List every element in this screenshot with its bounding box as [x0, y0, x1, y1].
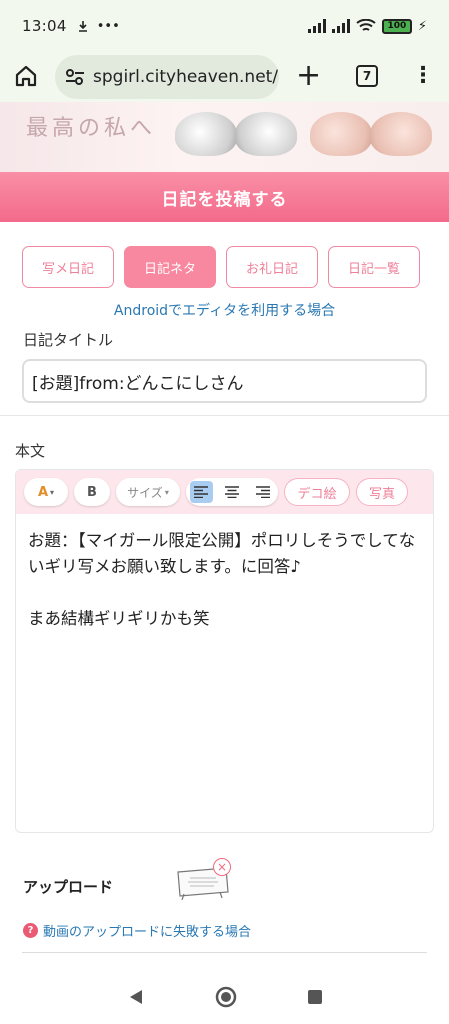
editor-content[interactable]: お題：【マイガール限定公開】ポロリしそうでしてないギリ写メお願い致します。に回答… [16, 514, 433, 646]
tab-photo-diary[interactable]: 写メ日記 [22, 246, 114, 288]
body-line: まあ結構ギリギリかも笑 [28, 609, 210, 628]
tune-icon[interactable] [65, 68, 85, 86]
home-circle-icon[interactable] [215, 986, 237, 1008]
body-label: 本文 [15, 442, 46, 460]
signal-icon [307, 19, 326, 33]
status-bar: 13:04 ••• 100 ⚡ [0, 0, 449, 52]
banner-text: 最高の私へ [26, 116, 157, 141]
more-notifications-icon: ••• [96, 18, 120, 34]
chevron-down-icon: ▾ [50, 487, 55, 497]
diary-tabs: 写メ日記 日記ネタ お礼日記 日記一覧 [22, 246, 420, 288]
download-icon [78, 21, 87, 32]
body-editor[interactable]: A ▾ B サイズ ▾ デコ絵 写真 お題：【マイガール限定公開】ポロリしそうでして… [15, 469, 434, 833]
deco-image-button[interactable]: デコ絵 [284, 478, 350, 506]
chevron-down-icon: ▾ [164, 487, 169, 497]
tab-diary-list[interactable]: 日記一覧 [328, 246, 420, 288]
upload-help-link[interactable]: ? 動画のアップロードに失敗する場合 [23, 921, 251, 940]
title-input[interactable]: [お題]from:どんこにしさん [22, 359, 427, 403]
font-color-button[interactable]: A ▾ [24, 478, 68, 506]
upload-label: アップロード [23, 878, 114, 896]
remove-upload-close-icon[interactable]: × [213, 858, 231, 876]
title-label: 日記タイトル [23, 331, 114, 349]
banner-bra-pink-right [370, 112, 432, 156]
banner-bra-white-left [175, 112, 237, 156]
align-left-icon[interactable] [190, 481, 213, 503]
system-nav-bar [0, 970, 449, 1024]
url-text: spgirl.cityheaven.net/ [93, 67, 279, 87]
home-icon [15, 65, 37, 87]
browser-toolbar: spgirl.cityheaven.net/ + 7 ⋮ [0, 52, 449, 102]
charging-icon: ⚡ [417, 18, 427, 34]
home-button[interactable] [14, 64, 38, 92]
bold-button[interactable]: B [74, 478, 110, 506]
recents-icon[interactable] [307, 989, 323, 1005]
battery-icon: 100 [381, 18, 412, 34]
font-color-icon: A [37, 484, 49, 500]
body-line [28, 580, 421, 606]
notification-icons: ••• [77, 19, 120, 34]
align-group [186, 478, 278, 506]
body-line: お題：【マイガール限定公開】ポロリしそうでしてないギリ写メお願い致します。に回答… [28, 531, 416, 576]
plus-icon: + [296, 58, 322, 93]
size-label: サイズ [127, 485, 163, 500]
align-right-icon[interactable] [251, 481, 274, 503]
menu-icon[interactable]: ⋮ [412, 62, 434, 90]
android-editor-link[interactable]: Androidでエディタを利用する場合 [0, 300, 449, 320]
tab-diary-topic[interactable]: 日記ネタ [124, 246, 216, 288]
banner-bra-white-right [235, 112, 297, 156]
back-icon[interactable] [127, 988, 145, 1006]
signal-icon-2 [331, 19, 350, 33]
help-link-text: 動画のアップロードに失敗する場合 [43, 925, 252, 940]
banner-bra-pink-left [310, 112, 372, 156]
tab-thanks-diary[interactable]: お礼日記 [226, 246, 318, 288]
system-icons: 100 ⚡ [307, 18, 427, 34]
page-title: 日記を投稿する [0, 172, 449, 222]
editor-toolbar: A ▾ B サイズ ▾ デコ絵 写真 [16, 470, 433, 514]
divider [0, 415, 449, 416]
align-center-icon[interactable] [221, 481, 244, 503]
wifi-icon [356, 19, 376, 31]
new-tab-button[interactable]: + [296, 58, 321, 94]
address-bar[interactable]: spgirl.cityheaven.net/ [55, 55, 279, 99]
banner-image: 最高の私へ [0, 102, 449, 172]
tab-switcher-button[interactable]: 7 [356, 65, 378, 87]
size-select[interactable]: サイズ ▾ [116, 478, 180, 506]
photo-button[interactable]: 写真 [356, 478, 408, 506]
help-icon: ? [23, 923, 38, 938]
status-time: 13:04 [22, 17, 67, 35]
divider [22, 952, 427, 953]
